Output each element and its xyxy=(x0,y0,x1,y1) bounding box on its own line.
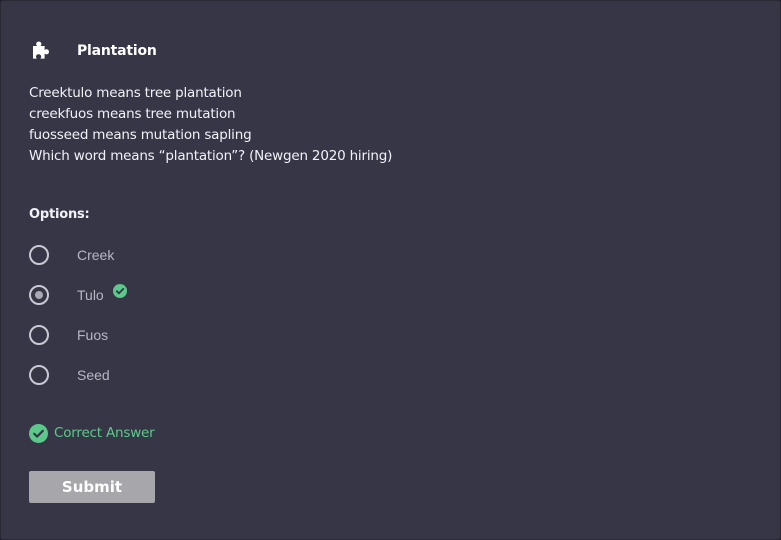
radio-button[interactable] xyxy=(29,325,49,345)
question-line: Which word means “plantation”? (Newgen 2… xyxy=(29,148,393,164)
question-header: Plantation xyxy=(29,39,157,63)
question-line: Creektulo means tree plantation xyxy=(29,85,242,101)
option-label: Creek xyxy=(77,247,115,263)
radio-button-selected[interactable] xyxy=(29,285,49,305)
option-seed[interactable]: Seed xyxy=(29,364,110,386)
option-label: Tulo xyxy=(77,287,104,303)
question-line: fuosseed means mutation sapling xyxy=(29,127,252,143)
radio-button[interactable] xyxy=(29,245,49,265)
option-tulo[interactable]: Tulo xyxy=(29,284,127,306)
options-label: Options: xyxy=(29,207,90,222)
puzzle-piece-icon xyxy=(33,41,49,59)
question-card: Plantation Creektulo means tree plantati… xyxy=(0,0,781,540)
question-text: Creektulo means tree plantation creekfuo… xyxy=(29,83,392,167)
option-label: Seed xyxy=(77,367,110,383)
check-circle-icon xyxy=(29,423,48,443)
check-circle-icon xyxy=(112,284,127,298)
question-line: creekfuos means tree mutation xyxy=(29,106,236,122)
option-fuos[interactable]: Fuos xyxy=(29,324,108,346)
answer-feedback: Correct Answer xyxy=(29,423,155,443)
question-title: Plantation xyxy=(77,43,157,59)
submit-button[interactable]: Submit xyxy=(29,471,155,503)
option-label: Fuos xyxy=(77,327,109,343)
radio-button[interactable] xyxy=(29,365,49,385)
option-creek[interactable]: Creek xyxy=(29,244,114,266)
feedback-text: Correct Answer xyxy=(54,425,155,441)
